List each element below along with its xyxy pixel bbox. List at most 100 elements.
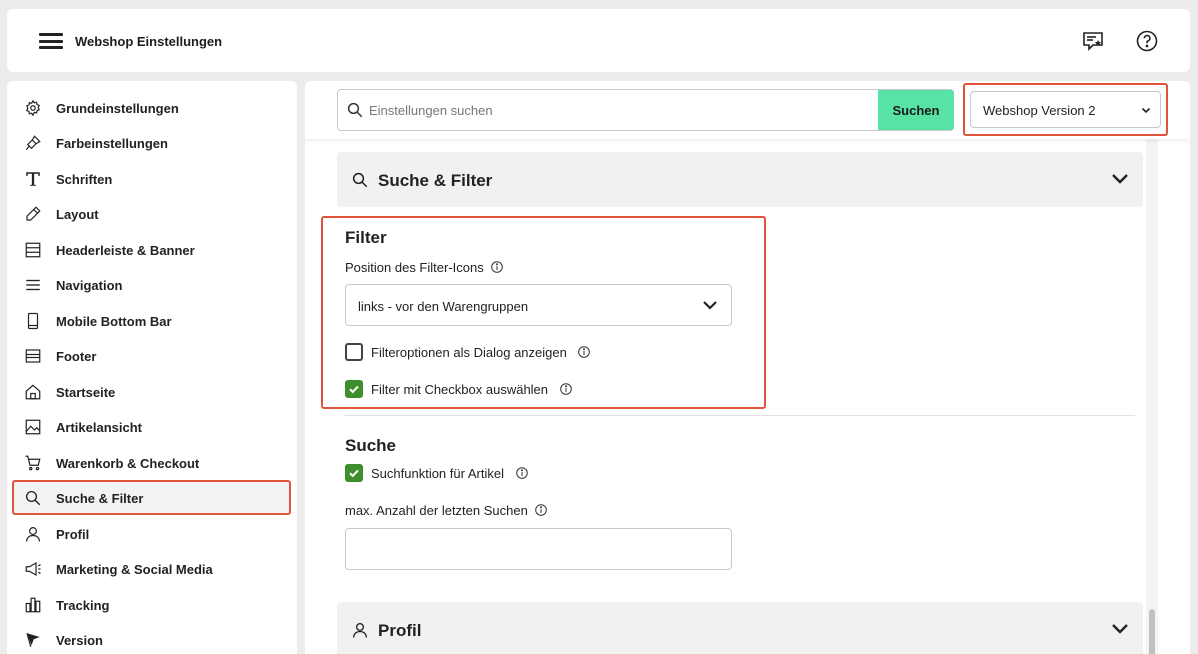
sidebar-item-warenkorb-checkout[interactable]: Warenkorb & Checkout bbox=[12, 445, 291, 480]
user-icon bbox=[26, 527, 40, 542]
sidebar-item-grundeinstellungen[interactable]: Grundeinstellungen bbox=[12, 90, 291, 125]
sidebar-item-label: Grundeinstellungen bbox=[56, 101, 179, 116]
divider bbox=[345, 415, 1135, 416]
suchfunktion-checkbox[interactable] bbox=[345, 464, 363, 482]
filter-position-value: links - vor den Warengruppen bbox=[358, 299, 529, 314]
sidebar-item-label: Farbeinstellungen bbox=[56, 136, 168, 151]
max-searches-input[interactable] bbox=[345, 528, 732, 570]
filter-checkbox-label: Filter mit Checkbox auswählen bbox=[371, 382, 572, 397]
dialog-checkbox[interactable] bbox=[345, 343, 363, 361]
search-field: Suchen bbox=[337, 89, 954, 131]
search-icon bbox=[347, 102, 363, 118]
sidebar-item-footer[interactable]: Footer bbox=[12, 338, 291, 373]
info-icon[interactable] bbox=[491, 261, 504, 273]
scrollbar-thumb[interactable] bbox=[1149, 609, 1155, 654]
sidebar-item-label: Profil bbox=[56, 527, 90, 542]
section-title: Profil bbox=[378, 621, 422, 640]
megaphone-icon bbox=[25, 561, 41, 577]
max-searches-label-text: max. Anzahl der letzten Suchen bbox=[345, 503, 528, 518]
gear-icon bbox=[25, 99, 41, 117]
cart-icon bbox=[25, 455, 41, 471]
user-icon bbox=[352, 622, 368, 638]
section-title: Suche & Filter bbox=[378, 171, 493, 190]
page-title: Webshop Einstellungen bbox=[75, 34, 223, 49]
sidebar-item-suche-filter[interactable]: Suche & Filter bbox=[12, 480, 291, 515]
sidebar-item-label: Layout bbox=[56, 207, 99, 222]
check-icon bbox=[349, 385, 359, 394]
sidebar-item-schriften[interactable]: Schriften bbox=[12, 161, 291, 196]
dialog-checkbox-label-text: Filteroptionen als Dialog anzeigen bbox=[371, 345, 567, 360]
sidebar-item-label: Suche & Filter bbox=[56, 491, 144, 506]
sidebar-item-artikelansicht[interactable]: Artikelansicht bbox=[12, 409, 291, 444]
sidebar-item-version[interactable]: Version bbox=[12, 622, 291, 654]
sidebar-item-label: Headerleiste & Banner bbox=[56, 243, 195, 258]
help-icon[interactable] bbox=[1135, 29, 1159, 53]
footer-icon bbox=[25, 349, 41, 363]
filter-position-select[interactable]: links - vor den Warengruppen bbox=[345, 284, 732, 326]
version-select-highlight: Webshop Version 2 bbox=[963, 83, 1168, 136]
home-icon bbox=[25, 384, 41, 400]
dialog-checkbox-label: Filteroptionen als Dialog anzeigen bbox=[371, 345, 591, 360]
section-header-profil[interactable]: Profil bbox=[337, 602, 1143, 654]
chevron-down-icon bbox=[1112, 624, 1128, 634]
suchfunktion-label: Suchfunktion für Artikel bbox=[371, 466, 528, 481]
sidebar-item-label: Footer bbox=[56, 349, 97, 364]
info-icon[interactable] bbox=[578, 346, 591, 358]
pencil-icon bbox=[26, 206, 41, 221]
font-icon bbox=[26, 172, 40, 186]
image-icon bbox=[25, 419, 41, 435]
paint-brush-icon bbox=[25, 135, 41, 151]
top-bar: Webshop Einstellungen bbox=[7, 9, 1190, 72]
max-searches-label: max. Anzahl der letzten Suchen bbox=[345, 503, 548, 518]
sidebar-item-startseite[interactable]: Startseite bbox=[12, 374, 291, 409]
sidebar-item-marketing-social-media[interactable]: Marketing & Social Media bbox=[12, 551, 291, 586]
search-input[interactable] bbox=[369, 90, 877, 130]
search-icon bbox=[352, 172, 368, 188]
check-icon bbox=[349, 469, 359, 478]
sidebar-item-mobile-bottom-bar[interactable]: Mobile Bottom Bar bbox=[12, 303, 291, 338]
section-header-suche-filter[interactable]: Suche & Filter bbox=[337, 152, 1143, 207]
navigation-icon bbox=[26, 279, 40, 291]
filter-position-label-text: Position des Filter-Icons bbox=[345, 260, 484, 275]
info-icon[interactable] bbox=[515, 467, 528, 479]
filter-checkbox[interactable] bbox=[345, 380, 363, 398]
sidebar-item-label: Warenkorb & Checkout bbox=[56, 456, 200, 471]
info-icon[interactable] bbox=[559, 383, 572, 395]
sidebar: Grundeinstellungen Farbeinstellungen Sch… bbox=[7, 81, 297, 654]
sidebar-item-headerleiste-banner[interactable]: Headerleiste & Banner bbox=[12, 232, 291, 267]
sidebar-item-label: Marketing & Social Media bbox=[56, 562, 213, 577]
sidebar-item-layout[interactable]: Layout bbox=[12, 196, 291, 231]
chevron-down-icon bbox=[1141, 107, 1151, 114]
search-bar: Suchen Webshop Version 2 bbox=[305, 81, 1190, 139]
scrollbar-track[interactable] bbox=[1146, 139, 1158, 654]
sidebar-item-navigation[interactable]: Navigation bbox=[12, 267, 291, 302]
filter-checkbox-label-text: Filter mit Checkbox auswählen bbox=[371, 382, 549, 397]
sidebar-item-label: Navigation bbox=[56, 278, 123, 293]
suche-title: Suche bbox=[345, 436, 397, 455]
search-button[interactable]: Suchen bbox=[878, 90, 954, 130]
sidebar-item-label: Tracking bbox=[56, 598, 110, 613]
suchfunktion-label-text: Suchfunktion für Artikel bbox=[371, 466, 504, 481]
info-icon[interactable] bbox=[535, 504, 548, 516]
chevron-down-icon bbox=[703, 301, 717, 310]
bar-chart-icon bbox=[25, 597, 41, 613]
search-icon bbox=[25, 490, 41, 506]
feedback-icon[interactable] bbox=[1081, 29, 1105, 53]
menu-icon[interactable] bbox=[39, 33, 63, 49]
sidebar-item-label: Mobile Bottom Bar bbox=[56, 314, 172, 329]
settings-panel: Suchen Webshop Version 2 Suche & Filter … bbox=[305, 81, 1190, 654]
filter-position-label: Position des Filter-Icons bbox=[345, 260, 504, 275]
sidebar-item-farbeinstellungen[interactable]: Farbeinstellungen bbox=[12, 125, 291, 160]
chevron-down-icon bbox=[1112, 174, 1128, 184]
version-select[interactable]: Webshop Version 2 bbox=[970, 91, 1161, 128]
sidebar-item-label: Schriften bbox=[56, 172, 113, 187]
flag-icon bbox=[26, 633, 40, 647]
filter-title: Filter bbox=[345, 228, 387, 247]
mobile-icon bbox=[27, 312, 39, 330]
header-banner-icon bbox=[25, 242, 41, 258]
sidebar-item-label: Startseite bbox=[56, 385, 116, 400]
sidebar-item-tracking[interactable]: Tracking bbox=[12, 587, 291, 622]
sidebar-item-profil[interactable]: Profil bbox=[12, 516, 291, 551]
sidebar-item-label: Version bbox=[56, 633, 103, 648]
sidebar-item-label: Artikelansicht bbox=[56, 420, 142, 435]
